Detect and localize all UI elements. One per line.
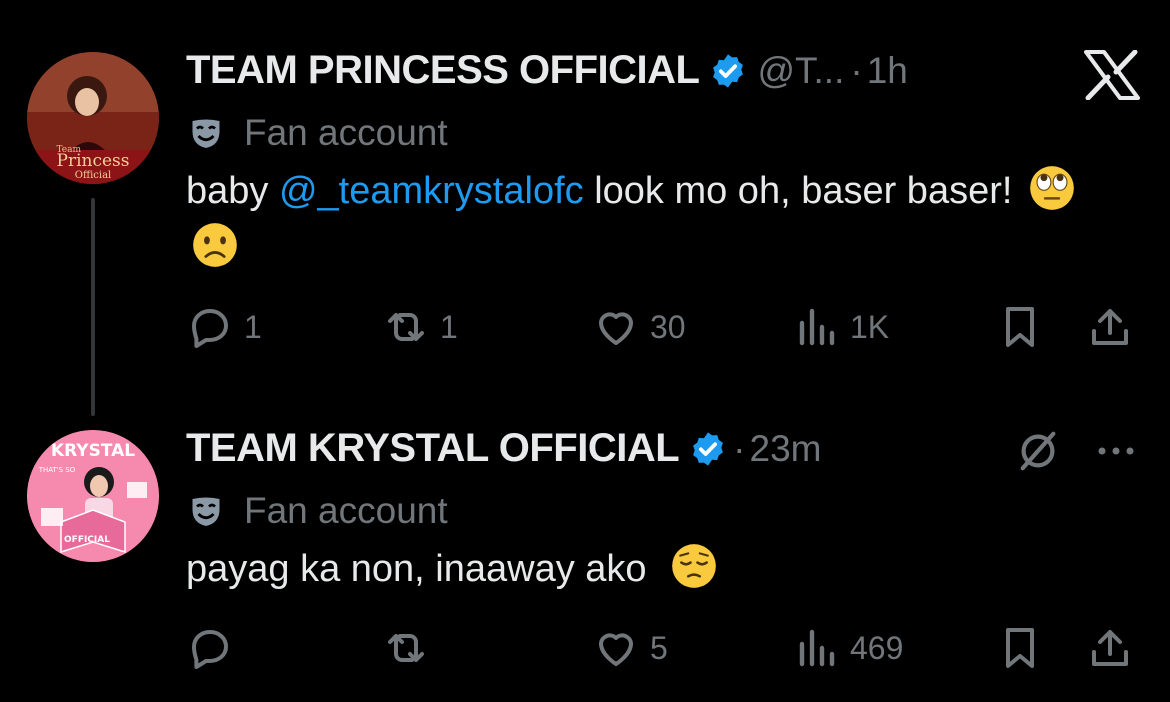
share-button[interactable]: [1086, 624, 1134, 672]
repost-button[interactable]: [382, 624, 440, 672]
pensive-face-emoji: [672, 544, 716, 588]
share-icon: [1092, 309, 1128, 345]
tweet-actions: 5 469: [186, 624, 1136, 674]
avatar[interactable]: KRYSTAL THAT'S SO OFFICIAL: [27, 430, 159, 562]
fan-account-label: Fan account: [188, 112, 448, 154]
like-icon: [599, 312, 633, 345]
views-icon: [799, 629, 835, 667]
like-button[interactable]: 30: [592, 303, 686, 351]
reply-icon: [192, 309, 228, 348]
mask-icon: [192, 119, 220, 148]
repost-icon: [388, 313, 424, 341]
tweet-text: payag ka non, inaaway ako: [186, 541, 1086, 598]
separator-dot: ·: [733, 427, 746, 469]
verified-badge-icon: [693, 431, 724, 466]
views-icon: [799, 308, 835, 346]
thread-line: [91, 198, 95, 416]
views-button[interactable]: 469: [792, 624, 903, 672]
tweet-header: TEAM KRYSTAL OFFICIAL · 23m: [186, 426, 821, 471]
bookmark-button[interactable]: [996, 624, 1044, 672]
reply-button[interactable]: [186, 624, 244, 672]
reply-icon: [192, 630, 228, 669]
mention-link[interactable]: @_teamkrystalofc: [279, 170, 584, 212]
svg-text:KRYSTAL: KRYSTAL: [51, 441, 135, 461]
mask-icon: [192, 497, 220, 526]
display-name[interactable]: TEAM KRYSTAL OFFICIAL: [186, 426, 680, 471]
bookmark-icon: [1006, 628, 1034, 668]
svg-text:Princess: Princess: [57, 151, 130, 171]
tweet-actions: 1 1 30 1K: [186, 303, 1136, 353]
display-name[interactable]: TEAM PRINCESS OFFICIAL: [186, 48, 700, 93]
tweet-text: baby @_teamkrystalofc look mo oh, baser …: [186, 163, 1086, 277]
tweet-header: TEAM PRINCESS OFFICIAL @T... · 1h: [186, 48, 908, 93]
x-logo-icon[interactable]: [1084, 50, 1140, 100]
reply-button[interactable]: 1: [186, 303, 262, 351]
svg-text:THAT'S SO: THAT'S SO: [38, 466, 76, 474]
fan-account-label: Fan account: [188, 490, 448, 532]
bookmark-icon: [1006, 307, 1034, 347]
views-button[interactable]: 1K: [792, 303, 889, 351]
bookmark-button[interactable]: [996, 303, 1044, 351]
rolling-eyes-emoji: [1030, 166, 1074, 210]
timestamp[interactable]: 23m: [750, 428, 822, 470]
repost-button[interactable]: 1: [382, 303, 458, 351]
svg-text:OFFICIAL: OFFICIAL: [64, 535, 110, 545]
avatar[interactable]: Team Princess Official: [27, 52, 159, 184]
separator-dot: ·: [850, 49, 863, 91]
frowning-face-emoji: [193, 223, 237, 267]
verified-badge-icon: [713, 53, 744, 88]
like-icon: [599, 633, 633, 666]
mute-icon[interactable]: [1015, 428, 1061, 474]
handle[interactable]: @T...: [757, 50, 844, 92]
svg-text:Official: Official: [75, 170, 111, 181]
repost-icon: [388, 634, 424, 662]
timestamp[interactable]: 1h: [867, 50, 908, 92]
more-icon[interactable]: [1094, 436, 1138, 466]
share-icon: [1092, 630, 1128, 666]
share-button[interactable]: [1086, 303, 1134, 351]
like-button[interactable]: 5: [592, 624, 668, 672]
